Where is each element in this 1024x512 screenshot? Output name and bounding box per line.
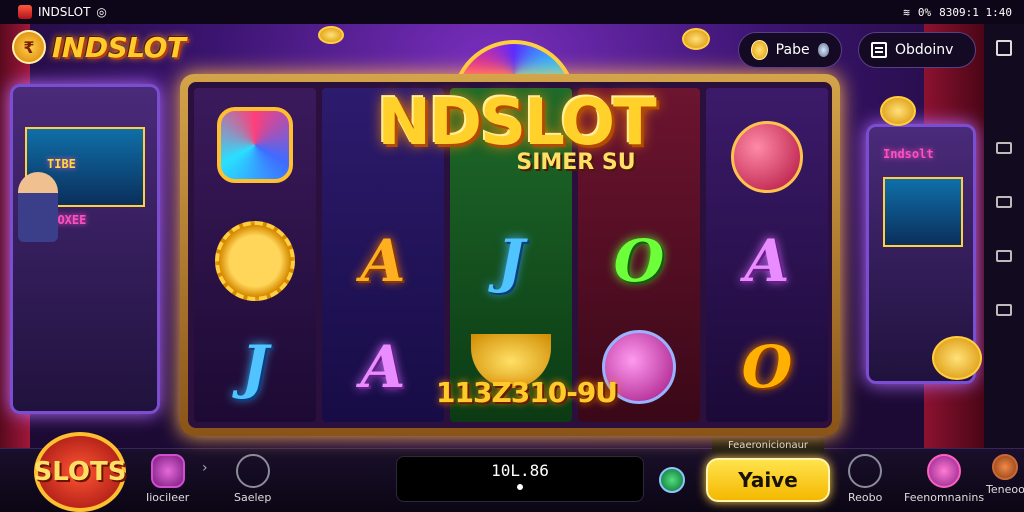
arcade-screen-text: TIBE [47, 157, 76, 171]
nav-item-saelep[interactable]: Saelep [234, 454, 271, 504]
nav-label: Reobo [848, 491, 883, 504]
window-icon[interactable] [996, 196, 1012, 208]
menu-pill[interactable]: Obdoinv [858, 32, 976, 68]
coins-label: Pabe [775, 42, 810, 58]
window-icon[interactable] [996, 304, 1012, 316]
arcade-sign: Indsolt [883, 147, 934, 161]
battery-text: 0% [917, 5, 932, 19]
coin-decoration [682, 28, 710, 50]
gem-icon [817, 43, 829, 57]
slots-button[interactable]: SLOTS [34, 432, 126, 512]
symbol-letter: J [497, 227, 525, 295]
spin-caption: Feaeronicionaur [712, 438, 824, 454]
symbol-sun [210, 218, 300, 304]
game-title: NDSLOT [377, 86, 656, 160]
system-nav [984, 24, 1024, 448]
spin-button[interactable]: Yaive [706, 458, 830, 502]
indicator-dot [517, 484, 523, 490]
balance-value: 10L.86 [491, 461, 549, 480]
nav-label: Iiocileer [146, 491, 190, 504]
player-figure [18, 172, 58, 242]
arcade-machine-left: TIBE VIOXEE [10, 84, 160, 414]
symbol-letter: J [241, 333, 269, 401]
gear-icon [150, 454, 185, 488]
status-time: 8309:1 1:40 [939, 5, 1012, 19]
coin-decoration [932, 336, 982, 380]
shield-icon[interactable] [659, 467, 685, 493]
game-title-banner: NDSLOT SIMER SU [340, 88, 692, 198]
coins-pill[interactable]: Pabe [738, 32, 842, 68]
logo-text: INDSLOT [52, 30, 186, 64]
nav-item-feenomnanins[interactable]: Feenomnanins [904, 454, 984, 504]
symbol-letter: A [744, 227, 790, 295]
win-counter: 113Z310-9U [436, 376, 618, 409]
nav-item-teneoo[interactable]: Teneoo [986, 454, 1024, 496]
balance-display: 10L.86 [396, 456, 644, 502]
status-app-name: INDSLOT [38, 5, 91, 19]
nav-label: Feenomnanins [904, 491, 985, 504]
nav-item-iiocileer[interactable]: Iiocileer [146, 454, 189, 504]
reel-5: A O [706, 88, 828, 422]
coin-decoration [318, 26, 344, 44]
symbol-gem [210, 102, 300, 188]
nav-item-reobo[interactable]: Reobo [848, 454, 882, 504]
shield-outline-icon [848, 454, 883, 488]
app-logo[interactable]: ₹ INDSLOT [12, 30, 186, 64]
coin-icon [751, 40, 768, 60]
nav-label: Teneoo [986, 483, 1024, 496]
logo-badge-icon: ₹ [12, 30, 46, 64]
symbol-letter: A [360, 333, 406, 401]
nav-label: Saelep [234, 491, 272, 504]
camera-icon [235, 454, 270, 488]
profile-icon [927, 454, 962, 488]
app-icon [18, 5, 32, 19]
window-icon[interactable] [996, 142, 1012, 154]
menu-label: Obdoinv [895, 42, 954, 58]
status-bar: INDSLOT ◎ ≋ 0% 8309:1 1:40 [0, 0, 1024, 24]
trophy-icon [992, 454, 1019, 480]
chevron-right-icon: › [202, 460, 208, 476]
window-icon[interactable] [996, 250, 1012, 262]
symbol-fruit [722, 114, 812, 200]
coin-decoration [880, 96, 916, 126]
symbol-letter: O [741, 333, 793, 401]
list-icon [871, 42, 887, 58]
reel-1: J [194, 88, 316, 422]
wifi-icon: ≋ [903, 5, 910, 19]
symbol-letter: A [360, 227, 406, 295]
square-icon[interactable] [996, 40, 1012, 56]
arcade-screen-right [883, 177, 963, 247]
symbol-letter: O [613, 227, 665, 295]
camera-icon: ◎ [96, 5, 107, 19]
